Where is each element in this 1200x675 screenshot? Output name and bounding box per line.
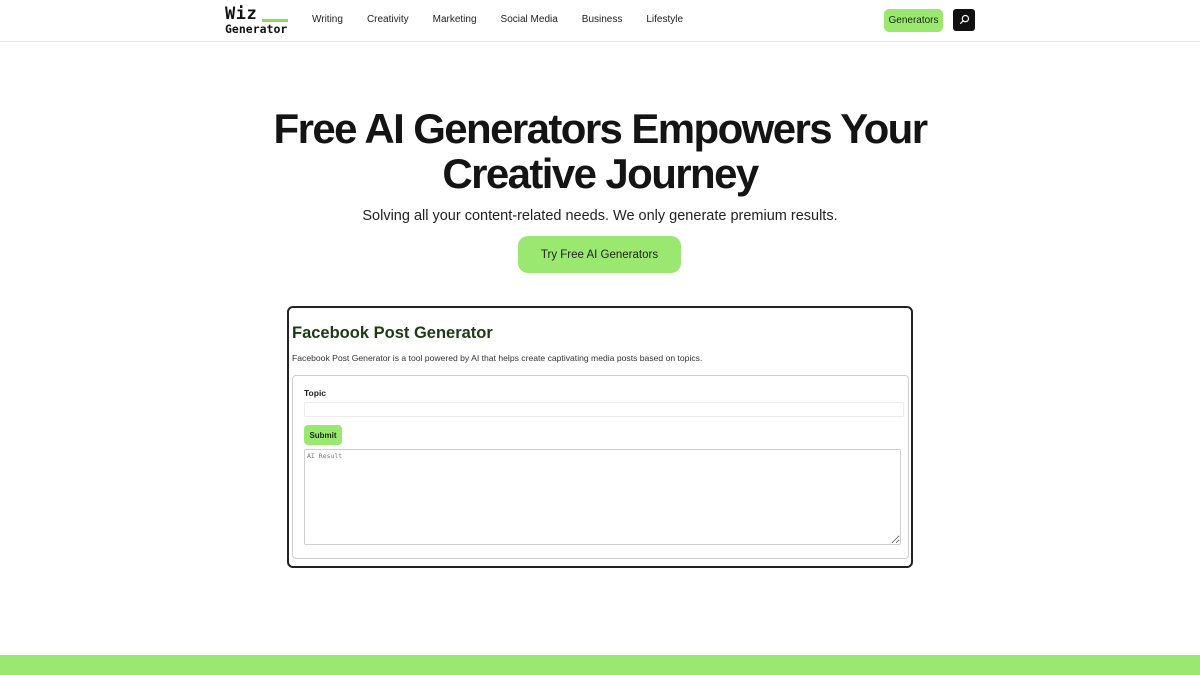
main-nav: Writing Creativity Marketing Social Medi… xyxy=(312,14,683,26)
hero-title: Free AI Generators Empowers Your Creativ… xyxy=(200,106,1000,196)
submit-button[interactable]: Submit xyxy=(304,425,342,445)
hero-title-line-2: Creative Journey xyxy=(442,150,759,197)
search-button[interactable] xyxy=(953,9,975,31)
hero-subtitle: Solving all your content-related needs. … xyxy=(362,208,838,224)
tool-title: Facebook Post Generator xyxy=(292,324,493,342)
topic-label: Topic xyxy=(304,388,327,398)
try-free-ai-generators-button[interactable]: Try Free AI Generators xyxy=(518,236,681,273)
ai-result-textarea[interactable] xyxy=(304,449,901,545)
tool-card: Facebook Post Generator Facebook Post Ge… xyxy=(287,306,913,568)
nav-lifestyle[interactable]: Lifestyle xyxy=(646,14,683,26)
nav-writing[interactable]: Writing xyxy=(312,14,343,26)
nav-social-media[interactable]: Social Media xyxy=(501,14,558,26)
search-icon xyxy=(959,13,970,28)
footer-band xyxy=(0,655,1200,675)
nav-business[interactable]: Business xyxy=(582,14,623,26)
nav-creativity[interactable]: Creativity xyxy=(367,14,409,26)
hero-title-line-1: Free AI Generators Empowers Your xyxy=(273,105,929,152)
tool-form: Topic Submit xyxy=(292,375,909,559)
tool-description: Facebook Post Generator is a tool powere… xyxy=(292,353,703,363)
site-logo[interactable]: Wiz Generator xyxy=(224,4,290,38)
topic-input[interactable] xyxy=(304,402,904,417)
site-header: Wiz Generator Writing Creativity Marketi… xyxy=(0,0,1200,42)
logo-wordmark-bottom: Generator xyxy=(225,22,288,36)
generators-button[interactable]: Generators xyxy=(884,9,943,32)
nav-marketing[interactable]: Marketing xyxy=(433,14,477,26)
logo-wordmark-top: Wiz xyxy=(225,4,258,24)
